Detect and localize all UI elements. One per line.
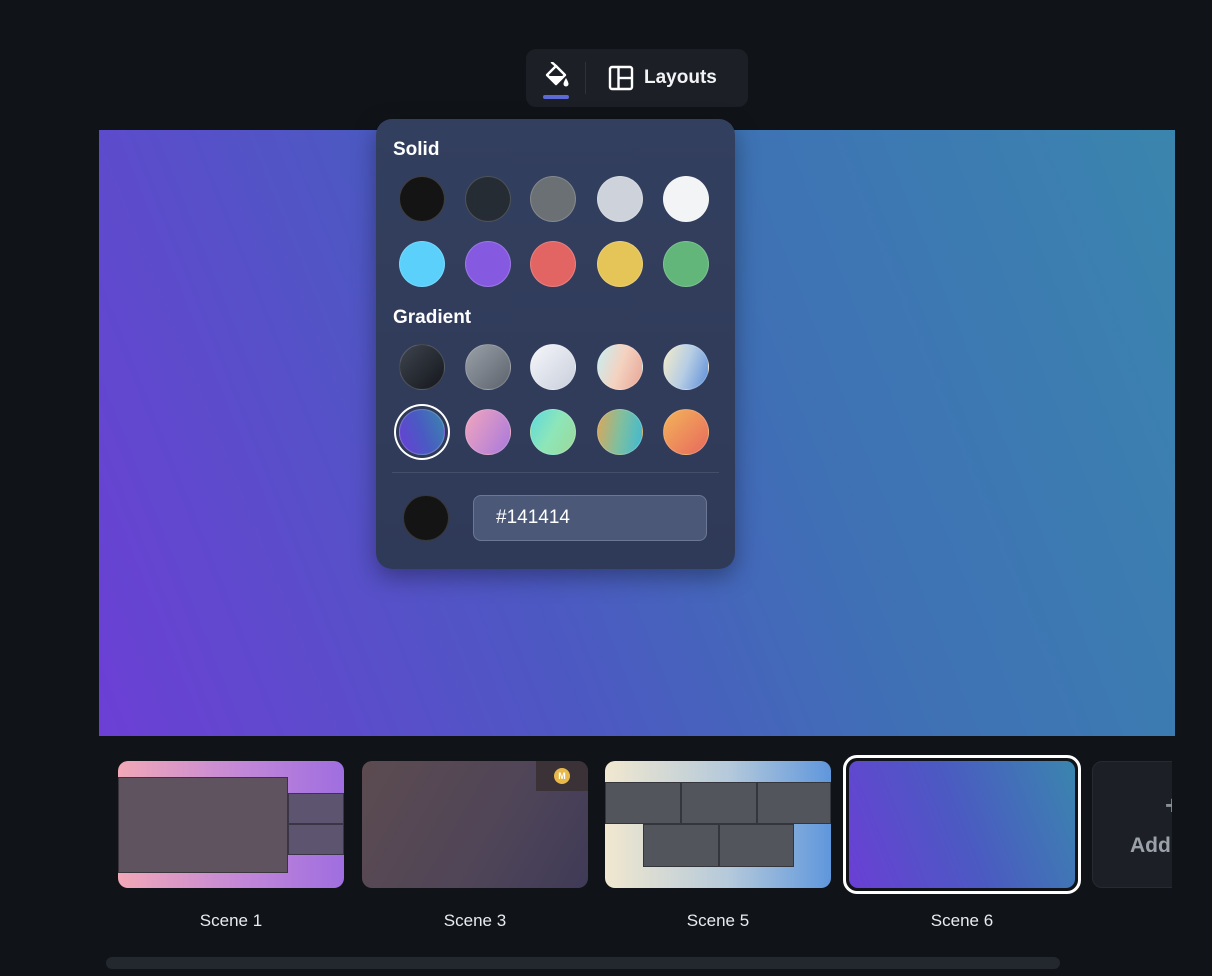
camera-tile	[643, 824, 719, 867]
solid-swatch-purple[interactable]	[465, 241, 511, 287]
gradient-swatch-pink-purple[interactable]	[465, 409, 511, 455]
camera-tile	[605, 782, 681, 824]
solid-swatch-red[interactable]	[530, 241, 576, 287]
solid-swatch-charcoal[interactable]	[465, 176, 511, 222]
gradient-swatch-aqua-mint[interactable]	[530, 409, 576, 455]
camera-tile-side	[288, 824, 344, 855]
layouts-label: Layouts	[644, 67, 717, 88]
current-color-swatch[interactable]	[403, 495, 449, 541]
gradient-section-title: Gradient	[393, 307, 472, 328]
gradient-swatch-cream-blue[interactable]	[663, 344, 709, 390]
scene-label: Scene 6	[930, 911, 994, 930]
solid-section-title: Solid	[393, 139, 440, 160]
layout-icon	[608, 65, 634, 91]
paint-bucket-icon	[545, 62, 569, 87]
scene-6-preview	[849, 761, 1075, 888]
gradient-swatch-dark[interactable]	[399, 344, 445, 390]
badge-container: M	[536, 761, 588, 791]
add-scene-card: + Add	[1092, 761, 1172, 888]
background-color-button[interactable]	[540, 59, 572, 99]
scene-label: Scene 1	[199, 911, 263, 930]
camera-tile	[719, 824, 794, 867]
solid-swatch-green[interactable]	[663, 241, 709, 287]
solid-swatch-cyan[interactable]	[399, 241, 445, 287]
camera-tile-side	[288, 793, 344, 824]
camera-tile	[757, 782, 831, 824]
top-toolbar: Layouts	[526, 49, 748, 107]
solid-swatch-yellow[interactable]	[597, 241, 643, 287]
camera-tile	[681, 782, 757, 824]
solid-swatch-gray[interactable]	[530, 176, 576, 222]
scene-thumbnail-5[interactable]	[605, 761, 831, 888]
scene-thumbnail-6-selected[interactable]	[843, 755, 1081, 894]
gradient-swatch-purple-teal-selected[interactable]	[399, 409, 445, 455]
gradient-swatch-gray[interactable]	[465, 344, 511, 390]
gradient-swatch-orange-coral[interactable]	[663, 409, 709, 455]
scene-strip-scrollbar[interactable]	[106, 957, 1060, 969]
scene-thumbnail-1[interactable]	[118, 761, 344, 888]
gradient-swatch-peach[interactable]	[597, 344, 643, 390]
member-badge: M	[554, 768, 570, 784]
color-picker-popover: Solid Gradient	[376, 119, 735, 569]
scene-thumbnail-3[interactable]: M	[362, 761, 588, 888]
picker-divider	[392, 472, 719, 473]
hex-color-input[interactable]	[473, 495, 707, 541]
toolbar-divider	[585, 62, 586, 94]
plus-icon: +	[1165, 790, 1172, 821]
camera-tile-main	[118, 777, 288, 873]
gradient-swatch-gold-teal[interactable]	[597, 409, 643, 455]
scene-label: Scene 3	[443, 911, 507, 930]
active-indicator	[543, 95, 569, 99]
gradient-swatch-light[interactable]	[530, 344, 576, 390]
scene-label: Scene 5	[686, 911, 750, 930]
solid-swatch-white[interactable]	[663, 176, 709, 222]
layouts-button[interactable]: Layouts	[608, 63, 717, 93]
add-scene-label: Add	[1130, 834, 1171, 857]
solid-swatch-black[interactable]	[399, 176, 445, 222]
solid-swatch-light-gray[interactable]	[597, 176, 643, 222]
add-scene-button[interactable]: + Add	[1092, 761, 1172, 888]
